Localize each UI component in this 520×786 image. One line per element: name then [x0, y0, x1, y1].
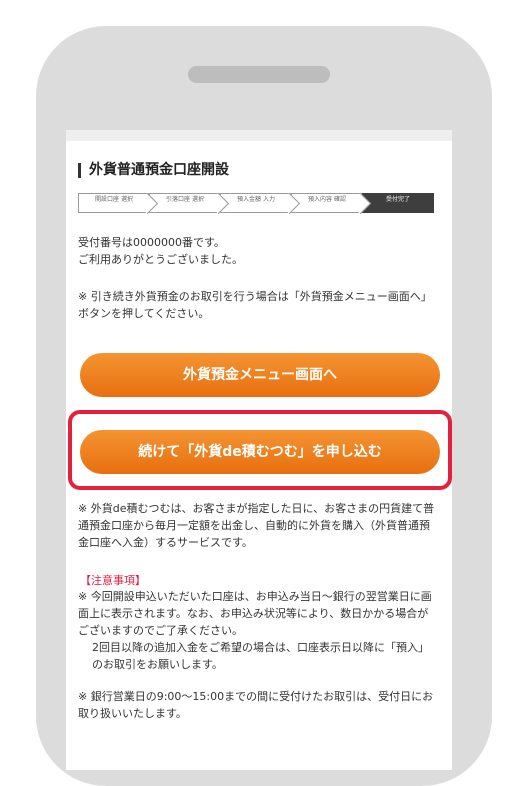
receipt-number: 受付番号は0000000番です。: [78, 236, 225, 249]
note-account-display: ※ 今回開設申込いただいた口座は、お申込み当日〜銀行の翌営業日に画面上に表示され…: [78, 588, 438, 673]
caution-label: 【注意事項】: [80, 574, 146, 587]
receipt-message: 受付番号は0000000番です。 ご利用ありがとうございました。: [78, 234, 438, 268]
note-business-hours: ※ 銀行営業日の9:00〜15:00までの間に受付けたお取引は、受付日にお取り扱…: [78, 690, 434, 720]
note-service: ※ 外貨de積むつむは、お客さまが指定した日に、お客さまの円貨建て普通預金口座か…: [78, 502, 435, 549]
note-additional-deposit: 2回目以降の追加入金をご希望の場合は、口座表示日以降に「預入」のお取引をお願いし…: [92, 641, 429, 671]
step-1: 開設口座 選択: [78, 192, 159, 215]
phone-screen: 外貨普通預金口座開設 開設口座 選択 引落口座 選択 預入金額 入力 預入内容 …: [66, 130, 452, 770]
top-band: [66, 130, 452, 141]
fx-menu-button[interactable]: 外貨預金メニュー画面へ: [80, 353, 440, 397]
page-title: 外貨普通預金口座開設: [78, 163, 229, 178]
note-menu: ※ 引き続き外貨預金のお取引を行う場合は「外貨預金メニュー画面へ」ボタンを押して…: [78, 290, 432, 320]
apply-tsumu-button[interactable]: 続けて「外貨de積むつむ」を申し込む: [80, 430, 440, 474]
phone-speaker: [188, 66, 330, 83]
step-5-current: 受付完了: [362, 193, 434, 213]
progress-steps: 開設口座 選択 引落口座 選択 預入金額 入力 預入内容 確認 受付完了: [78, 192, 434, 215]
step-3: 預入金額 入力: [220, 192, 301, 215]
note-account-display-text: ※ 今回開設申込いただいた口座は、お申込み当日〜銀行の翌営業日に画面上に表示され…: [78, 590, 432, 637]
step-4: 預入内容 確認: [291, 192, 372, 215]
step-2: 引落口座 選択: [149, 192, 230, 215]
thanks-text: ご利用ありがとうございました。: [78, 253, 243, 266]
